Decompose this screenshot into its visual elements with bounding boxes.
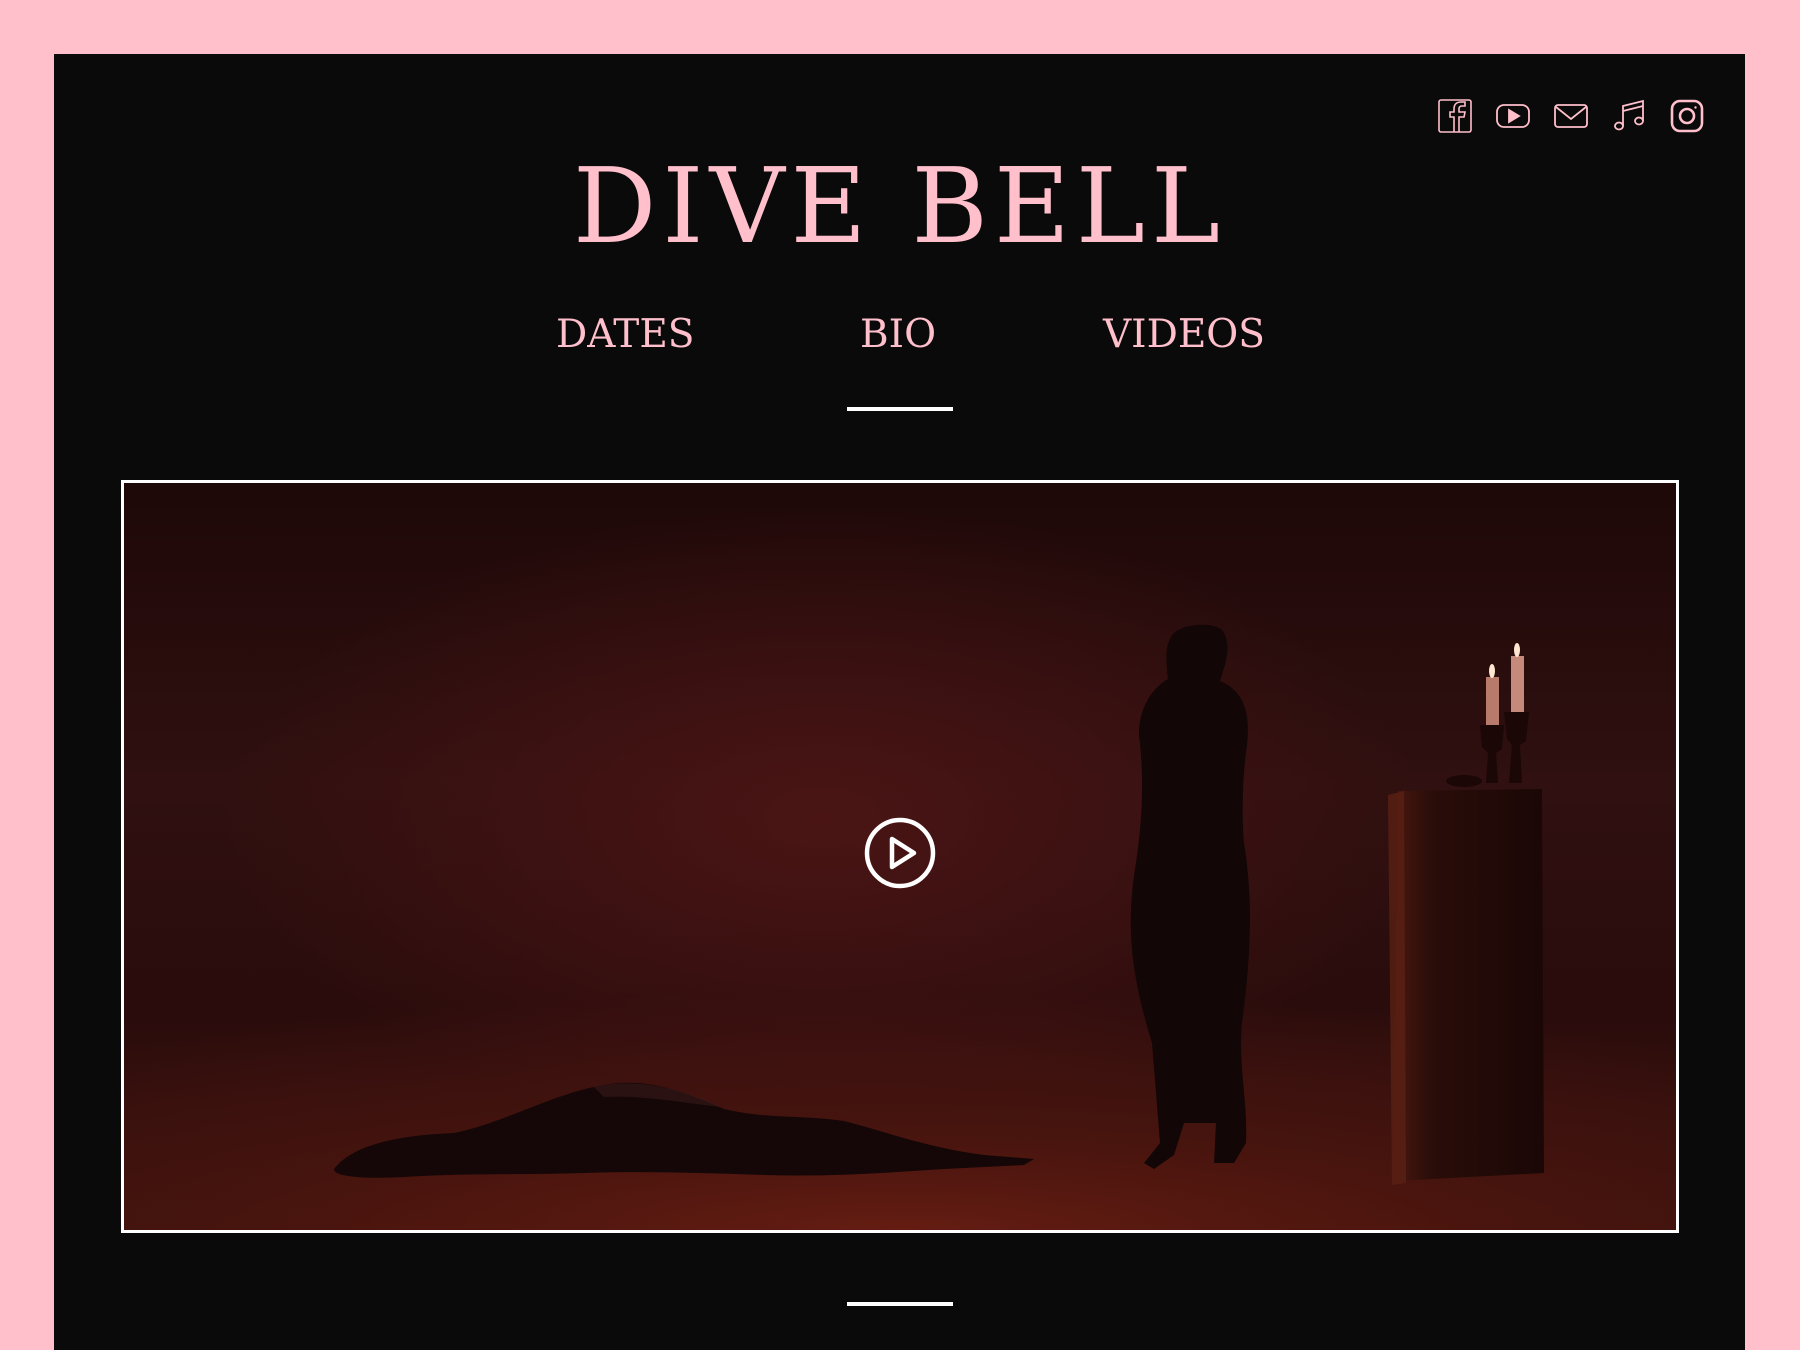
site-title: DIVE BELL xyxy=(572,145,1226,267)
video-player[interactable] xyxy=(121,480,1679,1233)
main-nav: DATES BIO VIDEOS xyxy=(54,310,1745,360)
divider-bottom xyxy=(847,1302,953,1306)
nav-bio-link[interactable]: BIO xyxy=(860,310,936,360)
play-circle-icon[interactable] xyxy=(864,817,936,889)
social-links xyxy=(1437,98,1705,134)
music-icon[interactable] xyxy=(1611,98,1647,134)
nav-videos-link[interactable]: VIDEOS xyxy=(1103,310,1265,360)
nav-dates-link[interactable]: DATES xyxy=(556,310,695,360)
youtube-icon[interactable] xyxy=(1495,98,1531,134)
page-container: DIVE BELL DATES BIO VIDEOS xyxy=(54,54,1745,1350)
email-icon[interactable] xyxy=(1553,98,1589,134)
instagram-icon[interactable] xyxy=(1669,98,1705,134)
facebook-icon[interactable] xyxy=(1437,98,1473,134)
divider-top xyxy=(847,407,953,411)
